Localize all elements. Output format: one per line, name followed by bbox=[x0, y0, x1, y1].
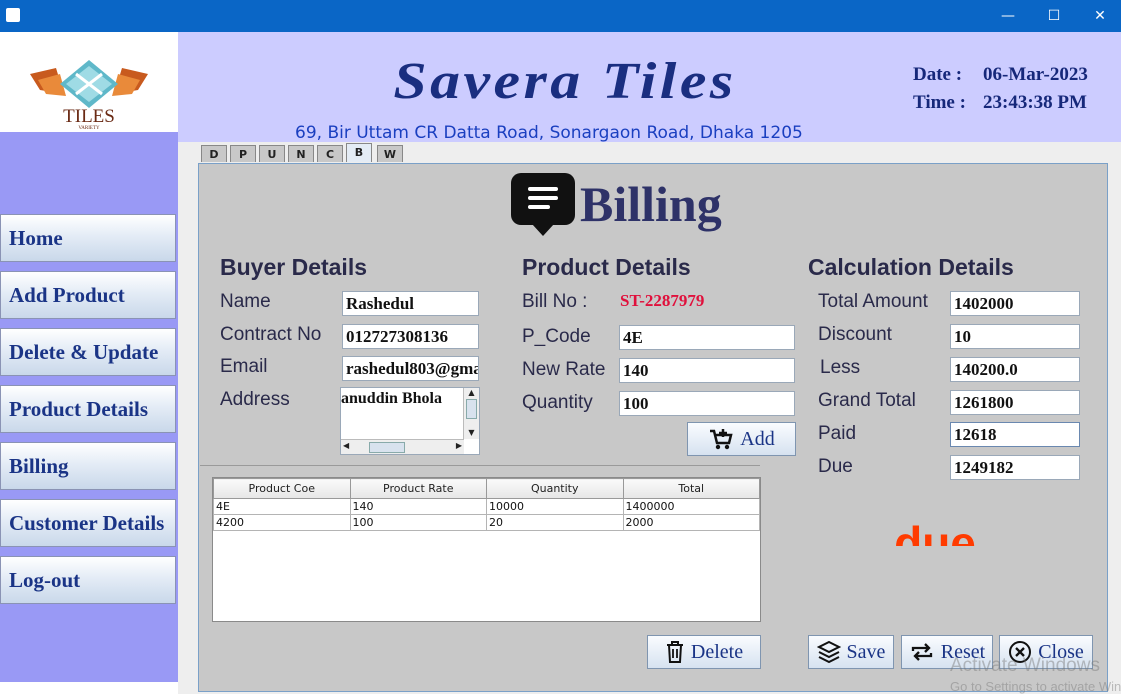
brand-title: Savera Tiles bbox=[393, 53, 737, 110]
tab-c[interactable]: C bbox=[317, 145, 343, 162]
repeat-icon bbox=[911, 643, 932, 661]
sidebar-item-delete-update[interactable]: Delete & Update bbox=[0, 328, 176, 376]
save-button[interactable]: Save bbox=[808, 635, 894, 669]
pcode-label: P_Code bbox=[522, 326, 591, 347]
table-cell: 2000 bbox=[622, 514, 760, 531]
new-rate-label: New Rate bbox=[522, 359, 606, 380]
page-title: Billing bbox=[580, 176, 722, 232]
tab-n[interactable]: N bbox=[288, 145, 314, 162]
new-rate-field[interactable]: 140 bbox=[619, 358, 795, 383]
email-label: Email bbox=[220, 356, 268, 377]
tab-w[interactable]: W bbox=[377, 145, 403, 162]
contact-label: Contract No bbox=[220, 324, 322, 345]
less-label: Less bbox=[820, 357, 861, 378]
col-quantity[interactable]: Quantity bbox=[486, 478, 624, 499]
bill-no-label: Bill No : bbox=[522, 291, 588, 312]
time-label: Time : bbox=[913, 92, 966, 113]
address-hscrollbar[interactable]: ◀ ▶ bbox=[341, 439, 464, 454]
address-vscrollbar[interactable]: ▲ ▼ bbox=[463, 388, 479, 439]
minimize-button[interactable]: — bbox=[985, 0, 1031, 32]
table-row[interactable]: 4E 140 10000 1400000 bbox=[213, 498, 760, 515]
logo: TILES VARIETY bbox=[0, 32, 178, 132]
table-cell: 4E bbox=[213, 498, 351, 515]
add-button[interactable]: Add bbox=[687, 422, 796, 456]
bill-no-value: ST-2287979 bbox=[620, 291, 705, 310]
pcode-field[interactable]: 4E bbox=[619, 325, 795, 350]
total-amount-label: Total Amount bbox=[818, 291, 928, 312]
payment-status-text: due bbox=[894, 520, 976, 546]
sidebar-item-add-product[interactable]: Add Product bbox=[0, 271, 176, 319]
product-section-title: Product Details bbox=[522, 254, 691, 280]
date-label: Date : bbox=[913, 64, 963, 85]
sidebar-item-billing[interactable]: Billing bbox=[0, 442, 176, 490]
grand-total-label: Grand Total bbox=[818, 390, 916, 411]
name-label: Name bbox=[220, 291, 271, 312]
tab-p[interactable]: P bbox=[230, 145, 256, 162]
table-cell: 140 bbox=[349, 498, 487, 515]
contact-field[interactable]: 012727308136 bbox=[342, 324, 479, 349]
sidebar-item-logout[interactable]: Log-out bbox=[0, 556, 176, 604]
col-total[interactable]: Total bbox=[622, 478, 760, 499]
discount-label: Discount bbox=[818, 324, 892, 345]
quantity-field[interactable]: 100 bbox=[619, 391, 795, 416]
table-cell: 10000 bbox=[486, 498, 624, 515]
activation-watermark-title: Activate Windows bbox=[950, 655, 1100, 676]
buyer-section-title: Buyer Details bbox=[220, 254, 368, 280]
time-value: 23:43:38 PM bbox=[983, 92, 1087, 113]
bill-items-table[interactable]: Product Coe Product Rate Quantity Total … bbox=[212, 477, 761, 622]
shop-address: 69, Bir Uttam CR Datta Road, Sonargaon R… bbox=[295, 123, 803, 143]
quantity-label: Quantity bbox=[522, 392, 593, 413]
logo-text: TILES bbox=[63, 106, 115, 127]
discount-field[interactable]: 10 bbox=[950, 324, 1080, 349]
table-cell: 20 bbox=[486, 514, 624, 531]
activation-watermark-subtitle: Go to Settings to activate Windows. bbox=[950, 679, 1121, 694]
grand-total-field[interactable]: 1261800 bbox=[950, 390, 1080, 415]
table-cell: 1400000 bbox=[622, 498, 760, 515]
date-value: 06-Mar-2023 bbox=[983, 64, 1088, 85]
due-field[interactable]: 1249182 bbox=[950, 455, 1080, 480]
col-product-rate[interactable]: Product Rate bbox=[349, 478, 487, 499]
due-label: Due bbox=[818, 456, 853, 477]
tab-b[interactable]: B bbox=[346, 143, 372, 162]
address-label: Address bbox=[220, 389, 290, 410]
delete-button[interactable]: Delete bbox=[647, 635, 761, 669]
table-cell: 100 bbox=[349, 514, 487, 531]
col-product-code[interactable]: Product Coe bbox=[213, 478, 351, 499]
add-to-cart-icon bbox=[710, 429, 733, 450]
close-window-button[interactable]: ✕ bbox=[1077, 0, 1121, 32]
tab-d[interactable]: D bbox=[201, 145, 227, 162]
add-button-label: Add bbox=[740, 427, 775, 450]
sidebar-item-product-details[interactable]: Product Details bbox=[0, 385, 176, 433]
calc-section-title: Calculation Details bbox=[808, 254, 1014, 280]
save-button-label: Save bbox=[846, 640, 886, 663]
address-textarea[interactable]: anuddin Bhola ▲ ▼ ◀ ▶ bbox=[340, 387, 480, 455]
chat-bill-icon bbox=[511, 173, 575, 236]
sidebar-item-home[interactable]: Home bbox=[0, 214, 176, 262]
table-row[interactable]: 4200 100 20 2000 bbox=[213, 514, 760, 531]
logo-subtext: VARIETY bbox=[78, 126, 100, 131]
delete-button-label: Delete bbox=[690, 640, 744, 663]
table-cell: 4200 bbox=[213, 514, 351, 531]
tab-u[interactable]: U bbox=[259, 145, 285, 162]
maximize-button[interactable]: ☐ bbox=[1031, 0, 1077, 32]
name-field[interactable]: Rashedul bbox=[342, 291, 479, 316]
address-text: anuddin Bhola bbox=[341, 390, 442, 407]
less-field[interactable]: 140200.0 bbox=[950, 357, 1080, 382]
java-app-icon bbox=[6, 8, 20, 22]
trash-icon bbox=[666, 641, 683, 663]
sidebar-item-customer-details[interactable]: Customer Details bbox=[0, 499, 176, 547]
total-amount-field[interactable]: 1402000 bbox=[950, 291, 1080, 316]
divider bbox=[200, 465, 760, 466]
email-field[interactable]: rashedul803@gmail.com bbox=[342, 356, 479, 381]
paid-field[interactable]: 12618 bbox=[950, 422, 1080, 447]
paid-label: Paid bbox=[818, 423, 857, 444]
window-titlebar bbox=[0, 0, 1121, 32]
payment-status-clip: due bbox=[860, 520, 1010, 546]
layers-icon bbox=[816, 640, 841, 664]
